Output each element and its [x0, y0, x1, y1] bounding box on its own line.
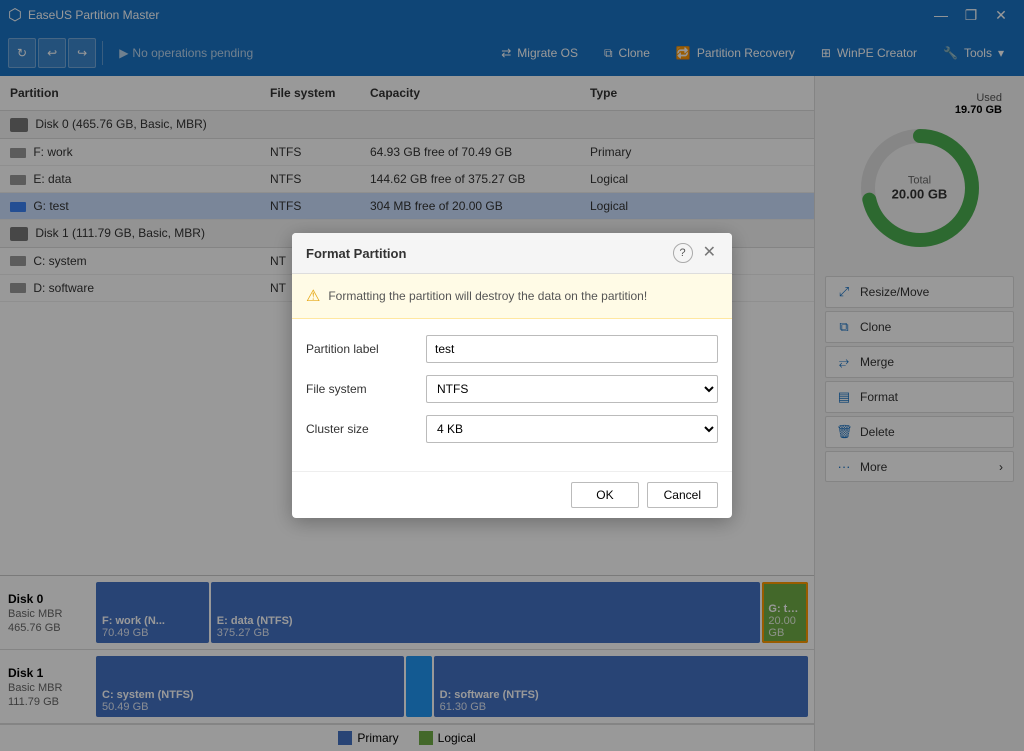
- modal-help-button[interactable]: ?: [673, 243, 693, 263]
- warning-icon: ⚠: [306, 286, 320, 306]
- partition-label-label: Partition label: [306, 342, 426, 356]
- file-system-label: File system: [306, 382, 426, 396]
- partition-label-input[interactable]: [426, 335, 718, 363]
- modal-cancel-button[interactable]: Cancel: [647, 482, 718, 508]
- modal-footer: OK Cancel: [292, 471, 732, 518]
- format-partition-modal: Format Partition ? ✕ ⚠ Formatting the pa…: [292, 233, 732, 518]
- modal-overlay: Format Partition ? ✕ ⚠ Formatting the pa…: [0, 0, 1024, 751]
- cluster-size-label: Cluster size: [306, 422, 426, 436]
- file-system-field: File system NTFS FAT32 FAT exFAT EXT2 EX…: [306, 375, 718, 403]
- warning-text: Formatting the partition will destroy th…: [328, 289, 647, 303]
- modal-warning: ⚠ Formatting the partition will destroy …: [292, 274, 732, 319]
- partition-label-field: Partition label: [306, 335, 718, 363]
- modal-title-actions: ? ✕: [673, 243, 718, 263]
- file-system-select[interactable]: NTFS FAT32 FAT exFAT EXT2 EXT3 EXT4: [426, 375, 718, 403]
- modal-title: Format Partition: [306, 246, 406, 261]
- modal-body: Partition label File system NTFS FAT32 F…: [292, 319, 732, 471]
- cluster-size-field: Cluster size 512 Bytes 1 KB 2 KB 4 KB 8 …: [306, 415, 718, 443]
- modal-titlebar: Format Partition ? ✕: [292, 233, 732, 274]
- cluster-size-select[interactable]: 512 Bytes 1 KB 2 KB 4 KB 8 KB 16 KB 32 K…: [426, 415, 718, 443]
- modal-close-button[interactable]: ✕: [701, 245, 718, 261]
- modal-ok-button[interactable]: OK: [571, 482, 638, 508]
